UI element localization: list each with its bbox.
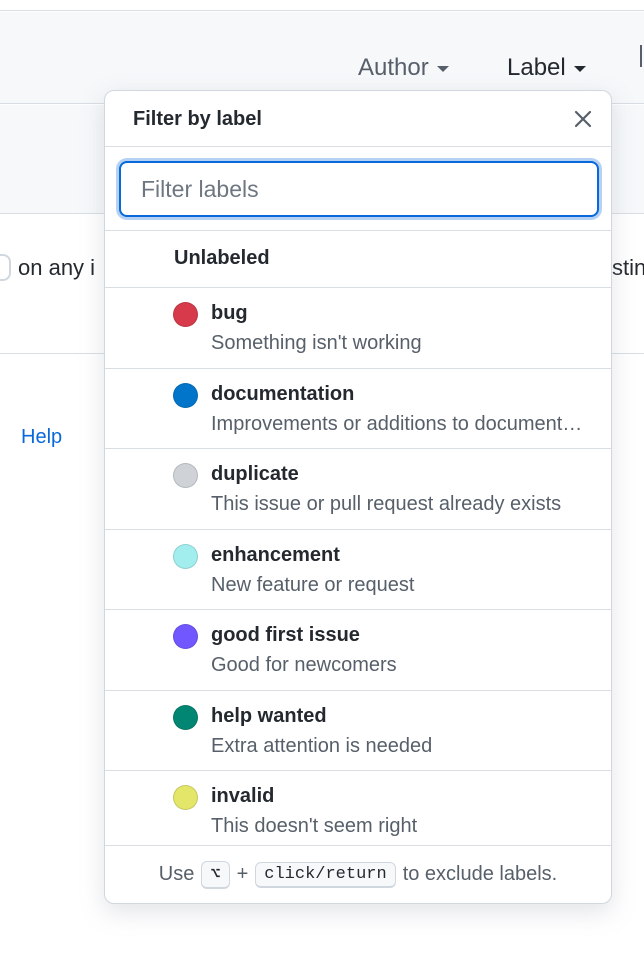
label-description: Something isn't working	[211, 332, 422, 354]
author-filter-label: Author	[358, 54, 429, 81]
label-name: good first issue	[211, 624, 360, 646]
label-color-swatch	[173, 704, 198, 730]
label-color-swatch	[173, 302, 198, 327]
label-filter-popup: Filter by label Unlabeled bug Something i…	[104, 90, 612, 904]
label-description: This issue or pull request already exist…	[211, 493, 562, 515]
popup-footer: Use ⌥ + click/return to exclude labels.	[105, 845, 611, 903]
label-description: Extra attention is needed	[211, 734, 433, 757]
background-pill	[0, 254, 11, 281]
background-row-text: on any i	[18, 255, 96, 280]
popup-title: Filter by label	[133, 108, 262, 130]
top-strip	[0, 0, 644, 11]
label-filter-label: Label	[507, 54, 566, 81]
label-description: Good for newcomers	[211, 654, 397, 676]
popup-header: Filter by label	[105, 91, 611, 147]
label-description: New feature or request	[211, 573, 415, 596]
chevron-down-icon	[436, 66, 449, 72]
list-item[interactable]: help wanted Extra attention is needed	[105, 691, 611, 771]
list-item-unlabeled[interactable]: Unlabeled	[105, 231, 611, 288]
label-name: bug	[211, 302, 248, 324]
footer-prefix: Use	[158, 863, 195, 885]
label-color-swatch	[173, 624, 198, 649]
click-return-key: click/return	[255, 861, 396, 888]
label-description: This doesn't seem right	[211, 815, 418, 837]
label-name: duplicate	[211, 463, 299, 485]
help-link[interactable]: Help	[21, 426, 62, 449]
label-color-swatch	[173, 382, 198, 408]
label-name: invalid	[211, 785, 275, 807]
list-item[interactable]: enhancement New feature or request	[105, 530, 611, 610]
list-item[interactable]: duplicate This issue or pull request alre…	[105, 449, 611, 530]
label-color-swatch	[173, 463, 198, 488]
list-item[interactable]: documentation Improvements or additions t…	[105, 369, 611, 449]
search-section	[105, 147, 611, 231]
footer-plus: +	[236, 863, 249, 885]
footer-suffix: to exclude labels.	[402, 863, 558, 885]
truncated-filter-button-edge	[640, 45, 642, 67]
label-filter-button[interactable]: Label	[507, 54, 586, 82]
list-item[interactable]: invalid This doesn't seem right	[105, 771, 611, 845]
close-icon[interactable]	[571, 107, 595, 131]
label-list: Unlabeled bug Something isn't working docu…	[105, 231, 611, 845]
label-name: help wanted	[211, 704, 327, 727]
list-item[interactable]: good first issue Good for newcomers	[105, 610, 611, 691]
filter-labels-input[interactable]	[119, 161, 599, 217]
option-key: ⌥	[201, 860, 230, 889]
label-color-swatch	[173, 543, 198, 569]
label-name: documentation	[211, 382, 355, 405]
background-row-text-right: stin	[612, 255, 644, 280]
author-filter-button[interactable]: Author	[358, 54, 449, 82]
label-description: Improvements or additions to documentati…	[211, 412, 583, 435]
unlabeled-label: Unlabeled	[174, 247, 270, 269]
list-item[interactable]: bug Something isn't working	[105, 288, 611, 369]
label-name: enhancement	[211, 543, 340, 566]
chevron-down-icon	[573, 66, 586, 72]
label-color-swatch	[173, 785, 198, 810]
